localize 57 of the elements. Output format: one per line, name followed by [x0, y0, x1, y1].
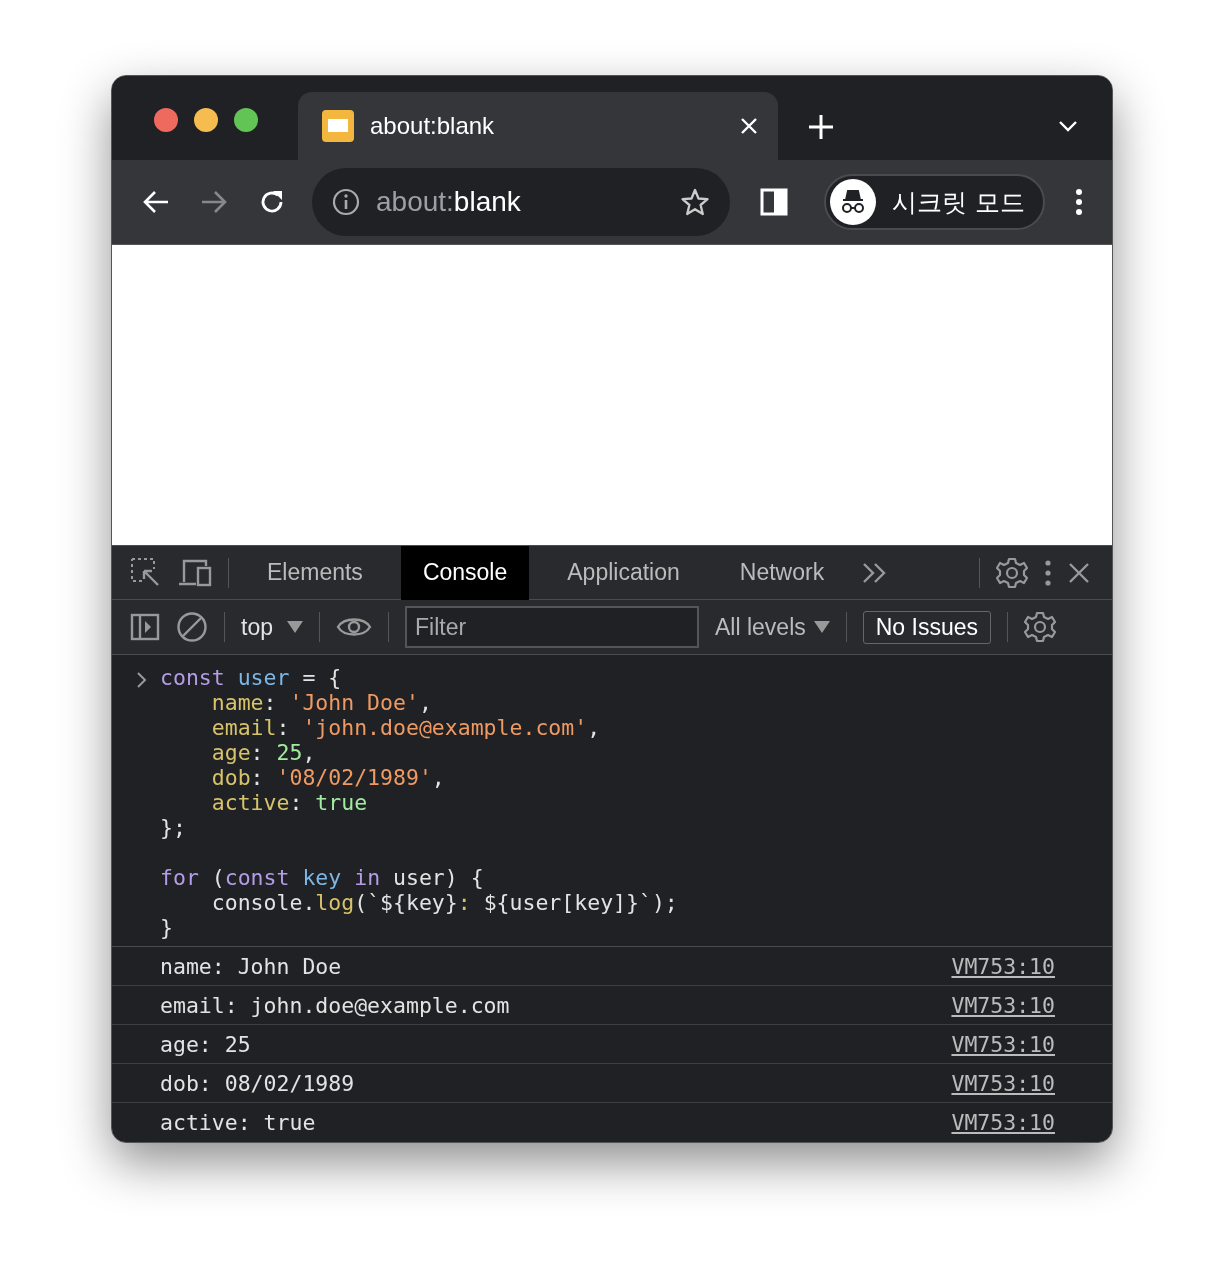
star-icon[interactable]: [680, 187, 710, 217]
close-icon[interactable]: [1068, 561, 1090, 584]
side-panel-icon[interactable]: [760, 188, 788, 216]
code-line: active: true: [210, 790, 368, 815]
settings-icon[interactable]: [996, 556, 1028, 589]
log-message: email: john.doe@example.com: [160, 992, 510, 1018]
code-line: name: 'John Doe',: [210, 690, 432, 715]
prompt-chevron-icon: [136, 671, 148, 689]
log-message: age: 25: [160, 1031, 251, 1057]
code-line: };: [160, 815, 186, 840]
url-text: about:blank: [376, 186, 522, 218]
close-window-button[interactable]: [154, 108, 178, 132]
address-bar[interactable]: about:blank: [312, 168, 730, 236]
incognito-button[interactable]: 시크릿 모드: [824, 174, 1045, 230]
code-line: age: 25,: [210, 740, 316, 765]
page-icon: [322, 110, 354, 142]
devtools-tab[interactable]: Application: [545, 545, 702, 600]
source-link[interactable]: VM753:10: [951, 1070, 1055, 1096]
issues-button[interactable]: No Issues: [862, 610, 991, 644]
source-link[interactable]: VM753:10: [951, 1110, 1055, 1135]
source-link[interactable]: VM753:10: [951, 1031, 1055, 1057]
caret-icon: [287, 621, 303, 633]
code-line: console.log(`${key}: ${user[key]}`);: [210, 890, 678, 915]
code-line: const user = {: [160, 665, 342, 690]
more-tabs-icon[interactable]: [862, 561, 887, 584]
clear-console-icon[interactable]: [176, 611, 208, 643]
log-message: dob: 08/02/1989: [160, 1070, 355, 1096]
minimize-window-button[interactable]: [194, 108, 218, 132]
context-dropdown[interactable]: top: [241, 613, 303, 641]
log-message: active: true: [160, 1110, 316, 1135]
code-line: for (const key in user) {: [160, 865, 484, 890]
eye-icon[interactable]: [336, 615, 372, 639]
forward-icon[interactable]: [200, 190, 228, 214]
source-link[interactable]: VM753:10: [951, 992, 1055, 1018]
code-line: email: 'john.doe@example.com',: [210, 715, 601, 740]
devtools-tab[interactable]: Elements: [245, 545, 385, 600]
info-icon: [332, 188, 360, 216]
devtools-tab[interactable]: Console: [400, 545, 530, 600]
browser-tab[interactable]: about:blank: [298, 92, 778, 160]
levels-dropdown[interactable]: All levels: [715, 613, 830, 641]
filter-field[interactable]: Filter: [405, 606, 699, 648]
source-link[interactable]: VM753:10: [951, 953, 1055, 979]
log-message: name: John Doe: [160, 953, 342, 979]
chevron-down-icon[interactable]: [1058, 120, 1078, 132]
devtools-tab[interactable]: Network: [717, 545, 847, 600]
incognito-icon: [830, 179, 876, 225]
settings-icon[interactable]: [1024, 611, 1056, 643]
more-icon[interactable]: [1074, 188, 1083, 216]
more-icon[interactable]: [1044, 558, 1052, 587]
back-icon[interactable]: [142, 190, 170, 214]
device-toolbar-icon[interactable]: [178, 557, 212, 588]
caret-icon: [813, 621, 830, 633]
sidebar-toggle-icon[interactable]: [130, 613, 160, 641]
code-line: }: [160, 915, 173, 940]
new-tab-icon[interactable]: [808, 114, 834, 140]
zoom-window-button[interactable]: [234, 108, 258, 132]
code-line: dob: '08/02/1989',: [210, 765, 445, 790]
